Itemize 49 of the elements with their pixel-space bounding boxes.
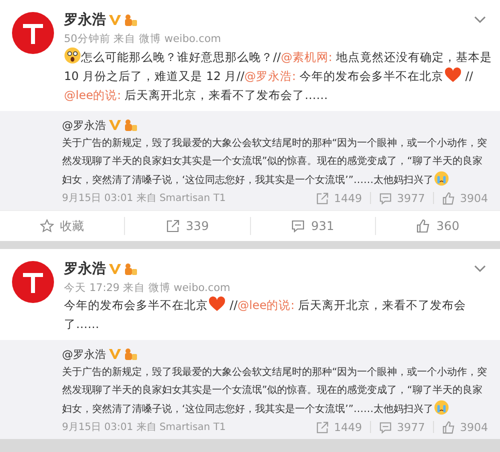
avatar-logo-icon[interactable]	[12, 261, 54, 303]
member-icon	[124, 348, 138, 360]
like-button[interactable]: 3904	[442, 420, 488, 434]
comment-button[interactable]: 931	[250, 217, 376, 235]
crying-face-icon	[434, 400, 449, 415]
author-name[interactable]: 罗永浩	[64, 11, 106, 29]
comment-button[interactable]: 3977	[379, 420, 425, 434]
heart-icon	[444, 67, 462, 83]
post-meta: 50分钟前 来自 微博 weibo.com	[64, 32, 222, 46]
crying-face-icon	[434, 171, 449, 186]
quoted-author[interactable]: @罗永浩	[62, 118, 106, 132]
mention-link[interactable]: @lee的说:	[64, 88, 121, 102]
comment-icon	[379, 192, 392, 204]
quoted-author[interactable]: @罗永浩	[62, 346, 106, 362]
mention-link[interactable]: @罗永浩:	[244, 69, 296, 83]
quoted-text: 关于广告的新规定，毁了我最爱的大象公会软文结尾时的那种“因为一个眼神，或一个小动作，突然发现聊了半天的良家妇女其实是一个女流氓”似的惊喜。现在的感觉变成了，“聊了半天的良家妇女，突然清了清嗓子说，‘这位同志您好，我其实是一个女流氓’”……太他妈扫兴了	[62, 136, 488, 188]
post-text: 怎么可能那么晚？谁好意思那么晚？//@素机网: 地点竟然还没有确定，基本是 10 月份之后了，难道又是 12 月//@罗永浩: 今年的发布会多半不在北京 // @lee的说: 后天离开北京，来看不了发布会了……	[64, 47, 494, 105]
chevron-down-icon[interactable]	[474, 16, 486, 24]
favorite-button[interactable]: 收藏	[0, 217, 126, 235]
quoted-meta: 9月15日 03:01 来自 Smartisan T1	[62, 192, 226, 205]
post-text: 今年的发布会多半不在北京 //@lee的说: 后天离开北京，来看不了发布会了……	[64, 296, 468, 333]
avatar-logo-icon[interactable]	[12, 12, 54, 54]
share-icon	[316, 192, 329, 204]
repost-button[interactable]: 339	[125, 217, 250, 235]
member-icon	[124, 14, 138, 26]
share-icon	[316, 420, 329, 434]
star-icon	[40, 219, 54, 233]
member-icon	[124, 262, 138, 276]
shocked-face-icon	[64, 47, 81, 64]
chevron-down-icon[interactable]	[474, 265, 486, 273]
thumbs-up-icon	[442, 192, 455, 204]
member-icon	[124, 118, 138, 132]
like-button[interactable]: 3904	[442, 192, 488, 204]
comment-icon	[291, 219, 306, 233]
quoted-text: 关于广告的新规定，毁了我最爱的大象公会软文结尾时的那种“因为一个眼神，或一个小动作，突然发现聊了半天的良家妇女其实是一个女流氓”似的惊喜。现在的感觉变成了，“聊了半天的良家妇女，突然清了清嗓子说，‘这位同志您好，我其实是一个女流氓’”……太他妈扫兴了	[62, 366, 488, 417]
comment-icon	[379, 420, 392, 434]
repost-button[interactable]: 1449	[316, 420, 362, 434]
thumbs-up-icon	[442, 420, 455, 434]
post-meta: 今天 17:29 来自 微博 weibo.com	[64, 281, 232, 295]
like-button[interactable]: 360	[376, 217, 500, 235]
thumbs-up-icon	[416, 219, 430, 233]
comment-button[interactable]: 3977	[379, 192, 425, 204]
mention-link[interactable]: @素机网:	[280, 50, 332, 64]
heart-icon	[208, 296, 226, 312]
repost-button[interactable]: 1449	[316, 192, 362, 204]
quoted-meta: 9月15日 03:01 来自 Smartisan T1	[62, 420, 226, 434]
share-icon	[166, 219, 180, 233]
mention-link[interactable]: @lee的说:	[238, 298, 294, 312]
author-name[interactable]: 罗永浩	[64, 260, 106, 278]
